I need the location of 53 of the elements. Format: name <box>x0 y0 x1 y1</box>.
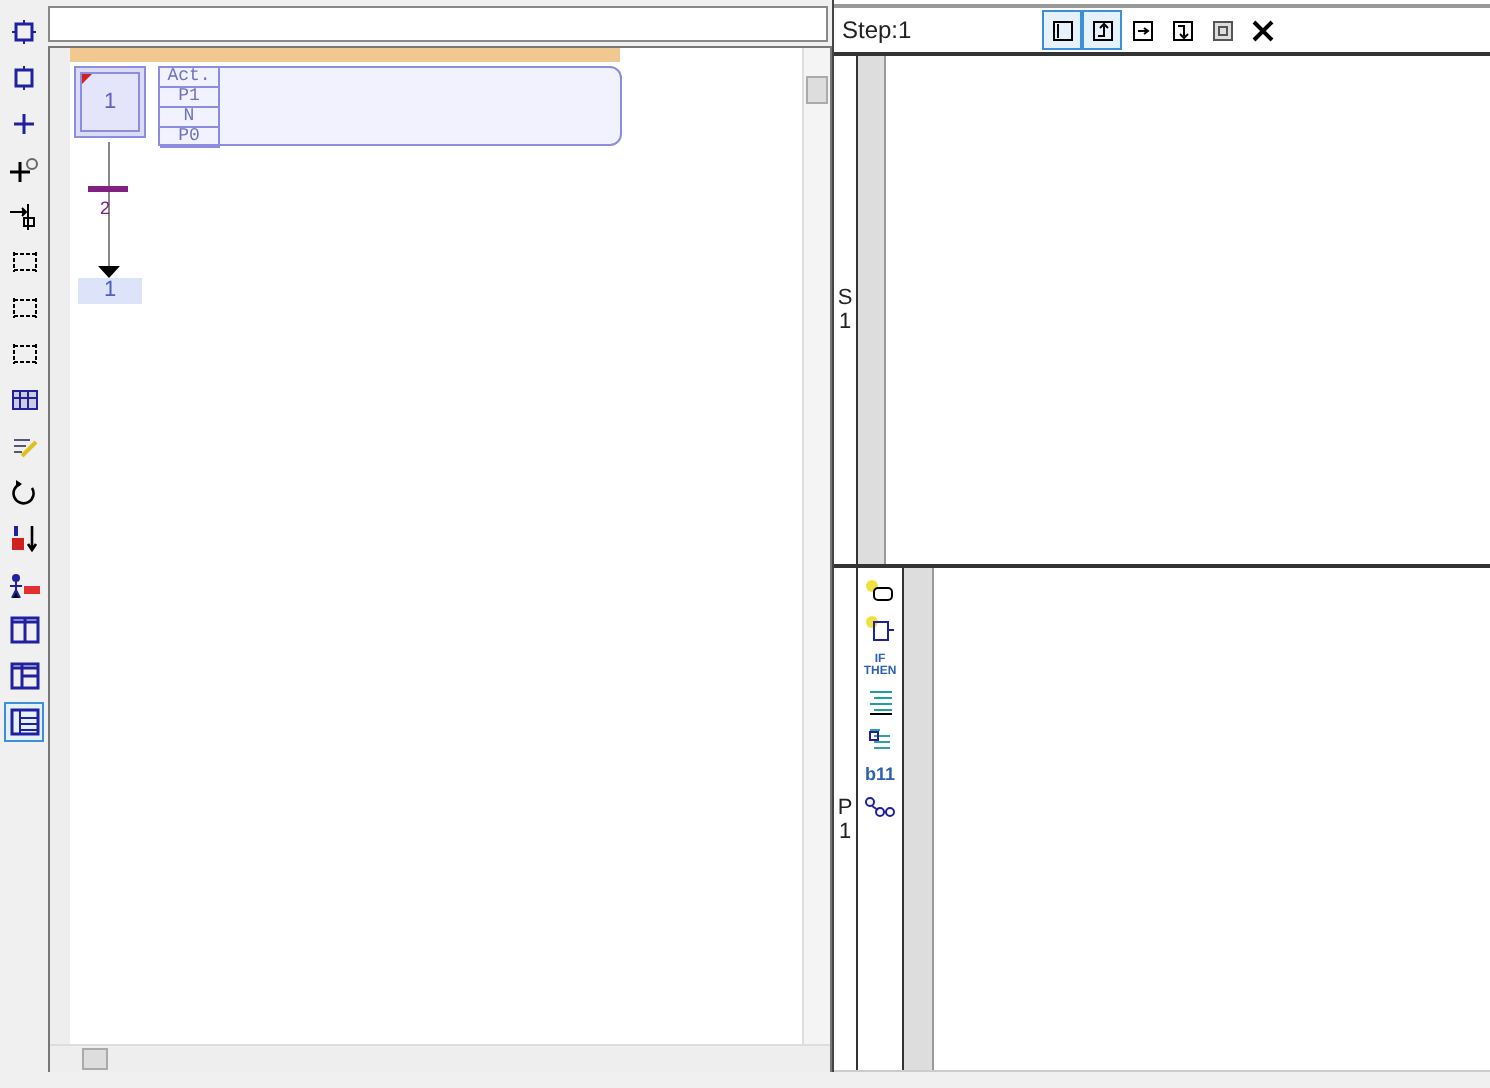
transition-number: 2 <box>100 198 111 218</box>
step-title: Step:1 <box>840 16 914 44</box>
pencil-icon <box>11 434 37 458</box>
tool-button[interactable] <box>1042 10 1082 50</box>
bulb-step-icon <box>866 580 894 604</box>
bracket-icon <box>11 342 37 366</box>
action-field: N <box>160 108 220 128</box>
toolbar-button[interactable] <box>868 728 892 754</box>
columns-icon <box>9 616 39 644</box>
table-icon <box>11 390 37 410</box>
step-number: 1 <box>103 90 117 114</box>
section-label: P 1 <box>834 568 858 1070</box>
sort-icon <box>11 524 37 552</box>
horizontal-scrollbar[interactable] <box>50 1044 830 1072</box>
network-icon <box>864 796 896 820</box>
input-field[interactable] <box>48 6 828 42</box>
arrow-head-icon <box>98 266 120 278</box>
link-line <box>108 142 110 266</box>
arrow-up-icon <box>1091 19 1113 41</box>
action-field: Act. <box>160 68 220 88</box>
list-layout-icon <box>9 708 39 736</box>
toolbar-text[interactable]: b11 <box>862 766 898 784</box>
toolbar-button[interactable] <box>866 616 894 642</box>
lines-icon <box>867 690 893 716</box>
bracket-icon <box>11 296 37 320</box>
arrow-right-icon <box>1131 19 1153 41</box>
step-node[interactable]: 1 <box>74 66 146 138</box>
plus-clock-icon <box>10 158 38 182</box>
toolbar-button[interactable] <box>866 580 894 604</box>
close-icon <box>1251 19 1273 41</box>
arrow-down-icon <box>1171 19 1193 41</box>
toolbar-button[interactable] <box>4 702 44 742</box>
loop-icon <box>11 479 37 505</box>
step-icon <box>12 66 36 90</box>
toolbar-button[interactable] <box>867 690 893 716</box>
plus-icon <box>12 112 36 136</box>
action-field: P1 <box>160 88 220 108</box>
chip-icon <box>12 20 36 44</box>
jump-target[interactable]: 1 <box>78 278 142 304</box>
person-icon <box>8 571 40 597</box>
action-block[interactable]: Act. P1 N P0 <box>158 66 622 146</box>
box-icon <box>1211 19 1233 41</box>
toolbar-button[interactable] <box>864 796 896 820</box>
action-field: P0 <box>160 128 220 148</box>
bracket-icon <box>11 250 37 274</box>
arrow-step-icon <box>10 203 38 229</box>
bulb-box-icon <box>866 616 894 642</box>
document-icon <box>868 728 892 754</box>
tool-button[interactable] <box>1082 10 1122 50</box>
layout-icon <box>9 662 39 690</box>
vertical-scrollbar[interactable] <box>802 48 830 1044</box>
frame-icon <box>1051 19 1073 41</box>
section-label: S 1 <box>834 56 858 564</box>
